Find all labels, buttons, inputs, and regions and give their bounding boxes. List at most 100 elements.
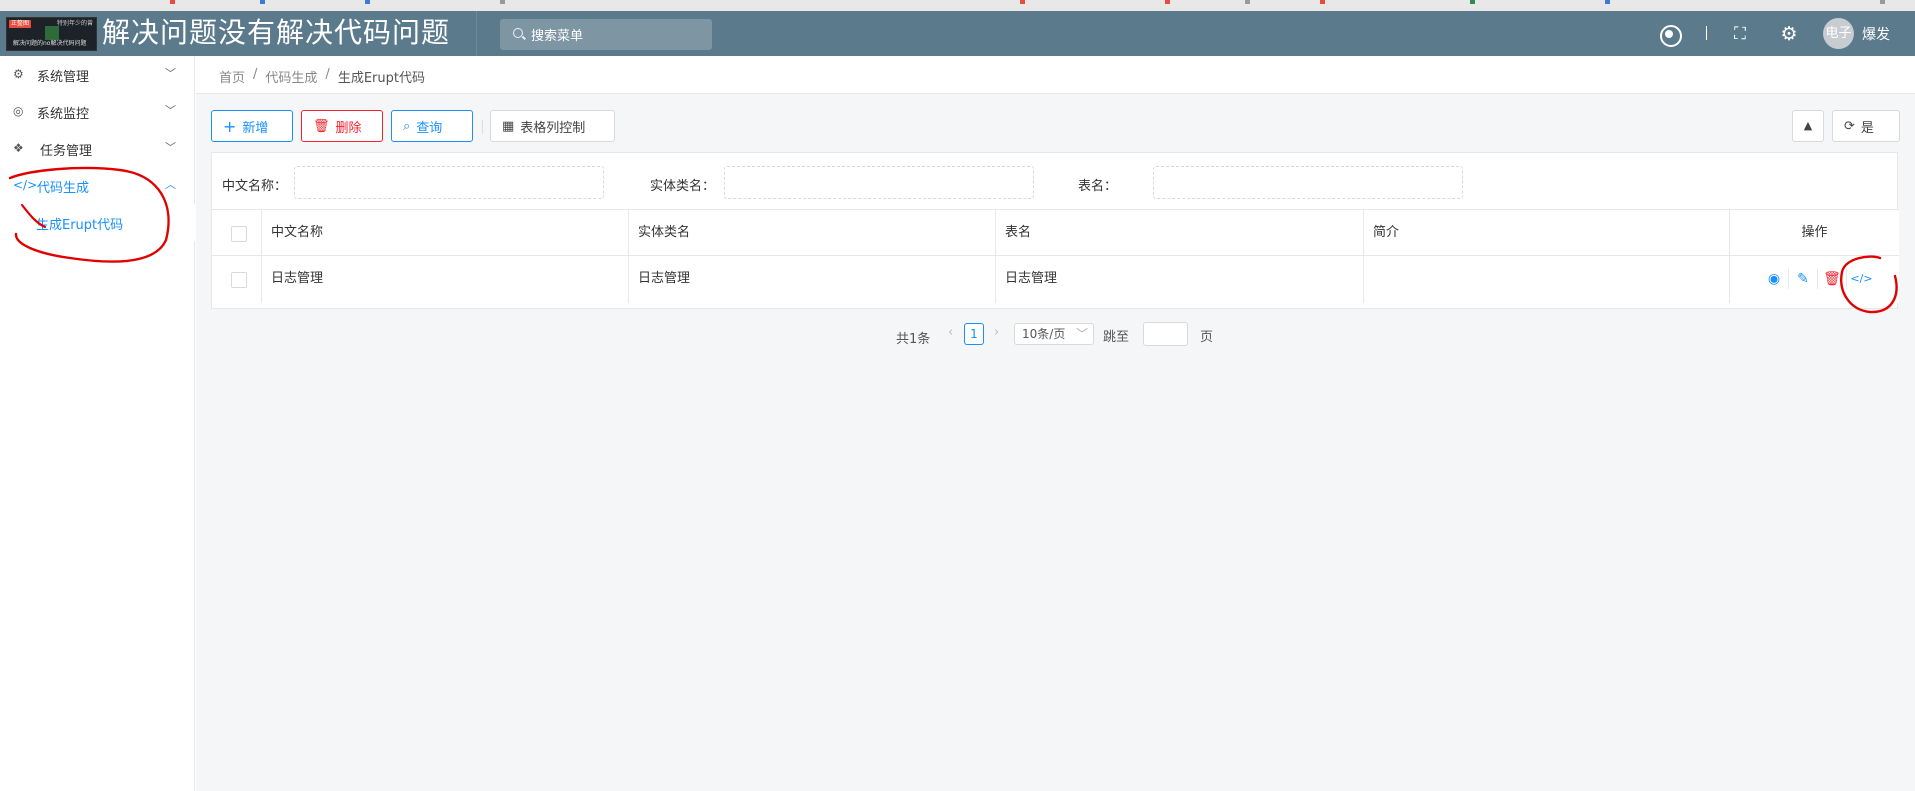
sidebar-subitem-erupt-code[interactable]: 生成Erupt代码 (0, 204, 195, 241)
sidebar-item-system-manage[interactable]: ⚙ 系统管理 ﹀ (0, 56, 195, 93)
sidebar-item-system-monitor[interactable]: ◎ 系统监控 ﹀ (0, 93, 195, 130)
sidebar-item-label: 系统管理 (37, 70, 90, 85)
pager-next-icon[interactable]: › (994, 325, 999, 347)
pager-jump-label: 跳至 (1103, 330, 1130, 345)
query-button[interactable]: ⌕ 查询 (391, 110, 473, 142)
row-actions: ◉ ✎ 🗑 </> (1760, 256, 1876, 302)
header-desc[interactable]: 简介 (1364, 210, 1730, 255)
logo-tag: 正整图 (9, 20, 32, 28)
header-divider (476, 11, 477, 56)
menu-search-input[interactable]: 搜索菜单 (500, 19, 712, 50)
app-title: 解决问题没有解决代码问题 (102, 16, 451, 49)
plus-icon: + (223, 116, 237, 136)
logo-corner-text: 特别年少的曾 (56, 20, 93, 27)
table-icon: ▦ (502, 118, 515, 134)
sidebar-item-task-manage[interactable]: ❖ 任务管理 ﹀ (0, 130, 195, 167)
breadcrumb-sep: / (253, 67, 258, 82)
breadcrumb-current: 生成Erupt代码 (337, 71, 425, 86)
user-name[interactable]: 爆发 (1862, 24, 1890, 44)
filter-label-table: 表名： (1078, 179, 1118, 194)
collapse-up-button[interactable]: ▲ (1792, 110, 1824, 142)
fullscreen-icon[interactable]: ⛶ (1731, 25, 1749, 43)
add-button[interactable]: + 新增 (211, 110, 293, 142)
sidebar: ⚙ 系统管理 ﹀ ◎ 系统监控 ﹀ ❖ 任务管理 ﹀ </> 代码生成 ︿ 生成… (0, 56, 195, 791)
header-entity[interactable]: 实体类名 (629, 210, 996, 255)
refresh-icon: ⟳ (1844, 118, 1855, 134)
caret-up-icon: ▲ (1803, 119, 1813, 132)
refresh-button[interactable]: ⟳ 是 (1832, 110, 1900, 142)
refresh-button-label: 是 (1860, 120, 1874, 136)
code-icon[interactable]: </> (1847, 269, 1876, 289)
delete-button[interactable]: 🗑 删除 (301, 110, 383, 142)
avatar[interactable]: 电子 (1823, 18, 1854, 49)
filter-label-entity: 实体类名： (650, 179, 716, 194)
header-cn-name[interactable]: 中文名称 (262, 210, 629, 255)
breadcrumb-sep: / (325, 67, 330, 82)
logo-caption: 解决问题的no解决代码问题 (13, 40, 87, 47)
header-actions: 操作 (1801, 225, 1828, 240)
toolbar-divider (482, 120, 483, 134)
search-icon (513, 28, 523, 38)
filter-table-input[interactable] (1153, 166, 1463, 199)
logo-image[interactable]: 正整图 特别年少的曾 解决问题的no解决代码问题 (6, 17, 97, 51)
sidebar-item-label: 系统监控 (37, 107, 90, 122)
cell-desc (1364, 256, 1730, 303)
cell-actions: ◉ ✎ 🗑 </> (1730, 256, 1899, 303)
page-size-value: 10条/页 (1022, 327, 1066, 341)
cubes-icon: ❖ (13, 141, 24, 155)
table-header: 中文名称 实体类名 表名 简介 操作 (212, 210, 1899, 256)
chevron-down-icon: ﹀ (165, 104, 176, 117)
view-eye-icon[interactable]: ◉ (1760, 269, 1789, 289)
pager-total: 共1条 (896, 332, 931, 347)
browser-bookmark-strip (0, 0, 1915, 11)
edit-pencil-icon[interactable]: ✎ (1789, 269, 1818, 289)
filter-label-cn-name: 中文名称： (222, 179, 288, 194)
pager-page-1[interactable]: 1 (964, 323, 984, 345)
code-icon: </> (13, 178, 38, 192)
delete-trash-icon[interactable]: 🗑 (1818, 269, 1847, 289)
table-panel: 中文名称： 实体类名： 表名： 中文名称 实体类名 表名 简介 操作 日志管理 … (211, 152, 1899, 309)
cell-cn-name: 日志管理 (262, 256, 629, 303)
gear-icon[interactable]: ⚙ (1780, 25, 1798, 44)
add-button-label: 新增 (242, 120, 269, 136)
filter-cn-name-input[interactable] (294, 166, 604, 199)
sidebar-subitem-label: 生成Erupt代码 (36, 218, 124, 233)
chevron-up-icon: ︿ (165, 178, 176, 191)
sidebar-item-code-gen[interactable]: </> 代码生成 ︿ (0, 167, 195, 204)
header-select-cell (212, 210, 262, 255)
pager-page-suffix: 页 (1200, 330, 1214, 345)
header-vertical-bar (1706, 26, 1707, 40)
row-select-cell (212, 256, 262, 303)
search-icon: ⌕ (403, 118, 411, 134)
record-icon[interactable] (1660, 25, 1682, 47)
chevron-down-icon: ﹀ (165, 67, 176, 80)
filter-row: 中文名称： 实体类名： 表名： (212, 153, 1899, 210)
cell-table-name: 日志管理 (996, 256, 1364, 303)
breadcrumb: 首页 / 代码生成 / 生成Erupt代码 (196, 56, 1915, 94)
delete-button-label: 删除 (335, 120, 362, 136)
cell-entity: 日志管理 (629, 256, 996, 303)
header-table-name[interactable]: 表名 (996, 210, 1364, 255)
column-control-button[interactable]: ▦ 表格列控制 (490, 110, 615, 142)
chevron-down-icon: ﹀ (1075, 327, 1088, 341)
table-row[interactable]: 日志管理 日志管理 日志管理 ◉ ✎ 🗑 </> (212, 256, 1899, 303)
pager-prev-icon[interactable]: ‹ (948, 325, 953, 347)
pager-jump-input[interactable] (1143, 322, 1188, 346)
search-placeholder: 搜索菜单 (531, 29, 584, 44)
select-all-checkbox[interactable] (231, 226, 247, 242)
query-button-label: 查询 (416, 120, 443, 136)
sidebar-item-label: 任务管理 (40, 144, 93, 159)
logo-figure (45, 26, 59, 40)
page-size-select[interactable]: 10条/页 ﹀ (1014, 323, 1094, 345)
chevron-down-icon: ﹀ (165, 141, 176, 154)
target-icon: ◎ (13, 104, 24, 118)
breadcrumb-home[interactable]: 首页 (219, 67, 245, 86)
column-control-label: 表格列控制 (520, 120, 586, 136)
breadcrumb-code-gen[interactable]: 代码生成 (265, 67, 317, 86)
filter-entity-input[interactable] (724, 166, 1034, 199)
sidebar-item-label: 代码生成 (37, 181, 90, 196)
main-content: 首页 / 代码生成 / 生成Erupt代码 + 新增 🗑 删除 ⌕ 查询 ▦ 表… (196, 56, 1915, 791)
trash-icon: 🗑 (313, 118, 330, 134)
row-checkbox[interactable] (231, 272, 247, 288)
gears-icon: ⚙ (13, 67, 24, 81)
